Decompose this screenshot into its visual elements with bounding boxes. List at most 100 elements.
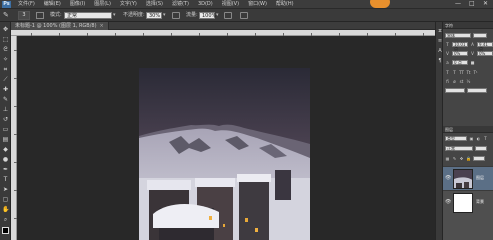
maximize-icon[interactable]: □ [469, 1, 475, 7]
lock-pixels-icon[interactable]: ✎ [452, 156, 457, 161]
minimize-icon[interactable]: — [455, 1, 461, 7]
panel-dock: ⧖ ≡ A ¶ [435, 22, 443, 240]
opacity-label: 不透明度: [123, 12, 145, 18]
layer-row-background[interactable]: 👁 背景 [443, 190, 493, 240]
menu-3d[interactable]: 3D(D) [198, 1, 213, 8]
eye-icon[interactable]: 👁 [445, 176, 451, 181]
font-size-input[interactable]: 10.01 点 [452, 41, 468, 50]
all-caps-icon[interactable]: TT [459, 70, 464, 75]
swash-icon[interactable]: st [459, 79, 464, 84]
language-select[interactable] [445, 87, 465, 93]
document-tab-bar: 未标题-1 @ 100% (图层 1, RGB/8) × [11, 22, 435, 30]
flow-input[interactable]: 100% [199, 12, 216, 19]
blend-mode-select[interactable]: 正常 [445, 145, 473, 151]
faux-italic-icon[interactable]: T [452, 70, 457, 75]
lock-row: ▦ ✎ ✥ 🔒 [445, 155, 485, 161]
eraser-icon[interactable]: ▭ [2, 126, 9, 133]
document-image[interactable] [139, 68, 310, 240]
kerning-input[interactable]: 0% [452, 50, 468, 56]
opacity-input[interactable]: 30% [146, 12, 162, 19]
tools-panel: ✥ ⬚ ᘓ ✧ ⌗ ⟋ ✚ ✎ ⊥ ↺ ▭ ▤ ◆ ● ✒ T ➤ ▢ ✋ ⌕ [0, 22, 11, 240]
filter-type-icon[interactable]: T [483, 136, 488, 141]
type-style-row: T T TT Tt T¹ [445, 69, 478, 75]
chevron-down-icon[interactable]: ▾ [163, 12, 168, 19]
airbrush-icon[interactable] [224, 12, 232, 19]
crop-icon[interactable]: ⌗ [2, 66, 9, 73]
fraction-icon[interactable]: ½ [466, 79, 471, 84]
small-caps-icon[interactable]: Tt [466, 70, 471, 75]
move-icon[interactable]: ✥ [2, 26, 9, 33]
pressure-size-icon[interactable] [240, 12, 248, 19]
foreground-color-swatch[interactable] [2, 227, 9, 234]
stamp-icon[interactable]: ⊥ [2, 106, 9, 113]
marquee-icon[interactable]: ⬚ [2, 36, 9, 43]
layer-opacity-input[interactable] [475, 145, 487, 151]
layer-kind-select[interactable]: 类型 [445, 135, 467, 141]
baseline-input[interactable]: 0 点 [452, 59, 468, 65]
chevron-down-icon[interactable]: ▾ [216, 12, 221, 19]
pen-icon[interactable]: ✒ [2, 166, 9, 173]
healing-icon[interactable]: ✚ [2, 86, 9, 93]
character-panel-title: 字符 [445, 23, 453, 28]
layer-name[interactable]: 背景 [476, 199, 484, 205]
zoom-icon[interactable]: ⌕ [2, 216, 9, 223]
type-icon[interactable]: T [2, 176, 9, 183]
brush-panel-icon[interactable] [36, 12, 44, 19]
layer-row-image[interactable]: 👁 图层 [443, 166, 493, 190]
eye-icon[interactable]: 👁 [445, 200, 451, 205]
font-family-select[interactable]: 宋体 [445, 32, 471, 38]
lock-all-icon[interactable]: 🔒 [466, 156, 471, 161]
superscript-icon[interactable]: T¹ [473, 70, 478, 75]
leading-input[interactable]: 9.41 点 [477, 41, 493, 50]
language-row [445, 87, 487, 93]
close-icon[interactable]: ✕ [483, 1, 489, 7]
hand-icon[interactable]: ✋ [2, 206, 9, 213]
menu-type[interactable]: 文字(Y) [120, 1, 137, 8]
menu-help[interactable]: 帮助(H) [276, 1, 294, 8]
lock-position-icon[interactable]: ✥ [459, 156, 464, 161]
lock-transparent-icon[interactable]: ▦ [445, 156, 450, 161]
history-brush-icon[interactable]: ↺ [2, 116, 9, 123]
layers-panel-title: 图层 [445, 127, 453, 132]
shape-icon[interactable]: ▢ [2, 196, 9, 203]
blur-icon[interactable]: ◆ [2, 146, 9, 153]
menu-window[interactable]: 窗口(W) [248, 1, 267, 8]
dodge-icon[interactable]: ● [2, 156, 9, 163]
menu-select[interactable]: 选择(S) [146, 1, 163, 8]
gradient-icon[interactable]: ▤ [2, 136, 9, 143]
menu-filter[interactable]: 滤镜(T) [172, 1, 189, 8]
layer-name[interactable]: 图层 [476, 175, 484, 181]
font-row: 宋体 [445, 32, 487, 38]
path-select-icon[interactable]: ➤ [2, 186, 9, 193]
menu-image[interactable]: 图像(I) [70, 1, 85, 8]
close-icon[interactable]: × [100, 23, 104, 29]
ligature-icon[interactable]: fi [445, 79, 450, 84]
size-row: T 10.01 点 A 9.41 点 [445, 41, 493, 50]
font-size-icon: T [446, 41, 449, 47]
mode-select[interactable]: 正常 [64, 12, 112, 19]
document-tab-title: 未标题-1 @ 100% (图层 1, RGB/8) [15, 23, 97, 29]
menu-view[interactable]: 视图(V) [222, 1, 239, 8]
chevron-down-icon[interactable]: ▾ [113, 12, 118, 19]
menu-file[interactable]: 文件(F) [18, 1, 35, 8]
brush-size-picker[interactable]: 3 [18, 11, 30, 20]
menu-edit[interactable]: 编辑(E) [44, 1, 61, 8]
filter-pixel-icon[interactable]: ▣ [469, 136, 474, 141]
document-tab[interactable]: 未标题-1 @ 100% (图层 1, RGB/8) × [11, 22, 109, 30]
filter-adjust-icon[interactable]: ◐ [476, 136, 481, 141]
mountain-village-photo [139, 68, 310, 240]
tracking-input[interactable]: 0% [477, 50, 493, 56]
font-style-select[interactable] [473, 32, 487, 38]
ordinal-icon[interactable]: ø [452, 79, 457, 84]
quick-select-icon[interactable]: ✧ [2, 56, 9, 63]
fill-input[interactable] [473, 155, 485, 161]
antialias-select[interactable] [467, 87, 487, 93]
kerning-icon: V [446, 50, 449, 56]
faux-bold-icon[interactable]: T [445, 70, 450, 75]
menu-layer[interactable]: 图层(L) [94, 1, 111, 8]
brush-icon[interactable]: ✎ [2, 96, 9, 103]
lasso-icon[interactable]: ᘓ [2, 46, 9, 53]
eyedropper-icon[interactable]: ⟋ [2, 76, 9, 83]
pressure-opacity-icon[interactable] [172, 12, 180, 19]
brush-preset-icon[interactable]: ✎ [3, 12, 13, 19]
